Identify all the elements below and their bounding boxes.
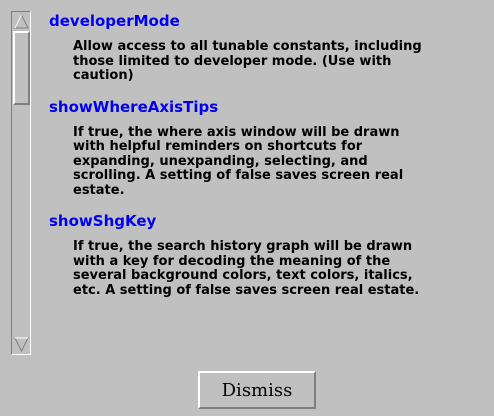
scroll-thumb[interactable] (13, 31, 30, 105)
dismiss-button-label: Dismiss (221, 379, 293, 401)
scroll-up-button[interactable] (13, 13, 30, 30)
dismiss-button[interactable]: Dismiss (198, 371, 316, 409)
help-item-title: developerMode (49, 12, 180, 30)
help-item-description: If true, the search history graph will b… (73, 239, 420, 298)
help-item-title: showShgKey (49, 212, 157, 230)
vertical-scrollbar[interactable] (11, 11, 31, 355)
help-item-description: If true, the where axis window will be d… (73, 124, 404, 198)
triangle-up-icon (14, 14, 29, 29)
scroll-down-button[interactable] (13, 336, 30, 353)
help-content-area: developerMode Allow access to all tunabl… (43, 8, 483, 355)
triangle-down-icon (14, 337, 29, 352)
help-item-description: Allow access to all tunable constants, i… (73, 39, 422, 83)
help-item-title: showWhereAxisTips (49, 97, 219, 116)
help-item-show-where-axis-tips: showWhereAxisTips If true, the where axi… (43, 98, 483, 199)
help-item-developer-mode: developerMode Allow access to all tunabl… (43, 12, 483, 84)
help-item-show-shg-key: showShgKey If true, the search history g… (43, 212, 483, 298)
